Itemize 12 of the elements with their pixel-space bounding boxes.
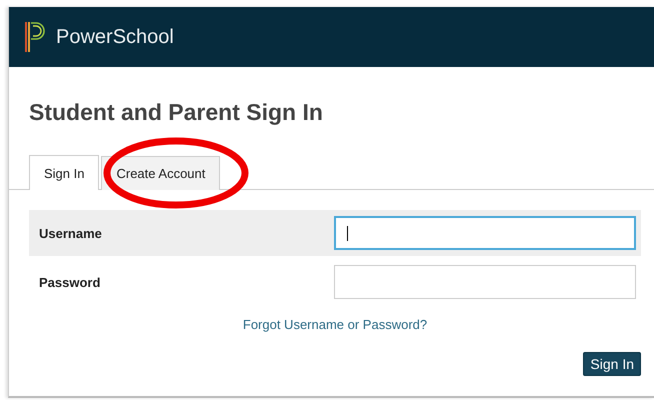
field-label: Password	[39, 274, 100, 290]
text-cursor	[347, 226, 348, 240]
tab[interactable]: Sign In	[29, 155, 100, 190]
forgot-link[interactable]: Forgot Username or Password?	[242, 317, 428, 332]
logo-icon	[24, 20, 48, 54]
tab[interactable]: Create Account	[101, 156, 220, 190]
brand-name: PowerSchool	[56, 26, 174, 48]
page-title: Student and Parent Sign In	[28, 98, 324, 127]
field-label: Username	[39, 226, 102, 240]
input-field[interactable]	[334, 216, 636, 250]
input-field[interactable]	[334, 265, 636, 299]
sign-in-button[interactable]: Sign In	[583, 352, 641, 376]
